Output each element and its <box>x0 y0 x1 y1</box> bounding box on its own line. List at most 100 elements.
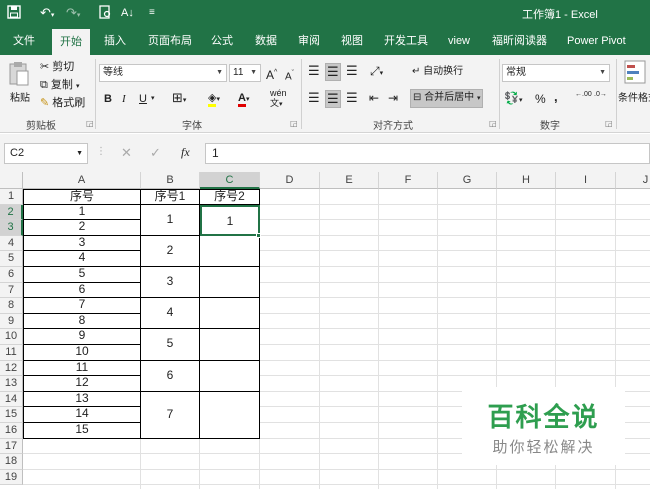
merged-cell-b6[interactable]: 3 <box>141 267 200 299</box>
row-header-18[interactable]: 18 <box>0 454 23 470</box>
merged-cell-b14[interactable]: 7 <box>141 391 200 439</box>
column-header-g[interactable]: G <box>438 172 497 189</box>
font-launcher-icon[interactable]: ◲ <box>290 119 298 128</box>
row-header-4[interactable]: 4 <box>0 235 23 252</box>
name-box[interactable]: C2 ▼ <box>4 143 88 164</box>
borders-icon[interactable]: ⊞▾ <box>172 90 186 109</box>
insert-function-button[interactable]: fx <box>181 145 190 160</box>
header-cell-b[interactable]: 序号1 <box>141 189 200 205</box>
clipboard-launcher-icon[interactable]: ◲ <box>86 119 94 128</box>
header-cell-c[interactable]: 序号2 <box>200 189 260 205</box>
fill-color-icon[interactable]: ◈▾ <box>208 90 220 108</box>
cut-button[interactable]: ✂ 剪切 <box>40 59 74 75</box>
tab-home[interactable]: 开始 <box>52 29 90 55</box>
sort-icon[interactable]: A↓ <box>121 5 134 21</box>
merged-cell-b4[interactable]: 2 <box>141 235 200 267</box>
align-right-icon[interactable]: ☰ <box>346 90 358 106</box>
merged-cell-b8[interactable]: 4 <box>141 298 200 330</box>
align-top-icon[interactable]: ☰ <box>308 63 320 79</box>
font-color-icon[interactable]: A▾ <box>238 90 249 108</box>
row-header-12[interactable]: 12 <box>0 360 23 377</box>
column-header-c[interactable]: C <box>200 172 260 189</box>
row-header-11[interactable]: 11 <box>0 345 23 361</box>
row-header-14[interactable]: 14 <box>0 391 23 408</box>
column-header-e[interactable]: E <box>320 172 379 189</box>
cell-a10[interactable]: 9 <box>23 329 141 345</box>
merged-cell-b12[interactable]: 6 <box>141 360 200 392</box>
number-launcher-icon[interactable]: ◲ <box>605 119 613 128</box>
tab-review[interactable]: 审阅 <box>298 27 320 55</box>
conditional-formatting-button[interactable]: 条件格式 <box>618 89 650 104</box>
row-header-16[interactable]: 16 <box>0 423 23 439</box>
grow-font-button[interactable]: A^ <box>266 65 277 83</box>
decrease-decimal-button[interactable]: .0→ <box>594 91 607 99</box>
row-header-7[interactable]: 7 <box>0 282 23 299</box>
fill-handle[interactable] <box>256 232 261 238</box>
phonetic-guide-icon[interactable]: wén 文▾ <box>270 88 287 110</box>
row-header-8[interactable]: 8 <box>0 298 23 314</box>
alignment-launcher-icon[interactable]: ◲ <box>489 119 497 128</box>
orientation-icon[interactable]: ⤢▾ <box>370 63 383 82</box>
align-center-icon[interactable]: ☰ <box>325 90 341 108</box>
cell-a15[interactable]: 14 <box>23 407 141 423</box>
row-header-19[interactable]: 19 <box>0 469 23 486</box>
merged-cell-c6[interactable] <box>200 267 260 299</box>
customize-icon[interactable]: ≡ <box>149 5 155 21</box>
cell-a4[interactable]: 3 <box>23 235 141 252</box>
italic-button[interactable]: I <box>122 91 126 107</box>
formula-input[interactable]: 1 <box>205 143 650 164</box>
shrink-font-button[interactable]: Aˇ <box>285 66 294 85</box>
column-header-j[interactable]: J <box>616 172 650 189</box>
wrap-text-button[interactable]: ↵ 自动换行 <box>412 64 463 80</box>
merged-cell-b10[interactable]: 5 <box>141 329 200 361</box>
tab-data[interactable]: 数据 <box>255 27 277 55</box>
cell-a3[interactable]: 2 <box>23 220 141 236</box>
cell-a8[interactable]: 7 <box>23 298 141 314</box>
cell-a14[interactable]: 13 <box>23 391 141 408</box>
row-header-3[interactable]: 3 <box>0 220 23 236</box>
comma-style-button[interactable]: , <box>554 89 558 105</box>
row-header-17[interactable]: 17 <box>0 438 23 455</box>
paste-button[interactable]: 粘贴 <box>10 89 30 104</box>
header-cell-a[interactable]: 序号 <box>23 189 141 205</box>
undo-icon[interactable]: ↶▾ <box>40 5 54 24</box>
font-size-select[interactable]: 11 ▼ <box>229 64 261 82</box>
row-header-6[interactable]: 6 <box>0 267 23 283</box>
cell-a12[interactable]: 11 <box>23 360 141 377</box>
tab-view[interactable]: 视图 <box>341 27 363 55</box>
tab-view-addin[interactable]: view <box>448 27 470 55</box>
copy-button[interactable]: ⧉ 复制 ▾ <box>40 77 80 95</box>
underline-button[interactable]: U <box>139 91 147 107</box>
tab-insert[interactable]: 插入 <box>104 27 126 55</box>
tab-developer[interactable]: 开发工具 <box>384 27 428 55</box>
cell-a7[interactable]: 6 <box>23 282 141 299</box>
merged-cell-c14[interactable] <box>200 391 260 439</box>
underline-dropdown-icon[interactable]: ▾ <box>151 91 155 107</box>
row-header-1[interactable]: 1 <box>0 189 23 205</box>
tab-power-pivot[interactable]: Power Pivot <box>567 27 626 55</box>
row-header-15[interactable]: 15 <box>0 407 23 423</box>
column-header-d[interactable]: D <box>260 172 320 189</box>
increase-decimal-button[interactable]: ←.00 <box>575 91 592 99</box>
cell-a2[interactable]: 1 <box>23 204 141 221</box>
merged-cell-c10[interactable] <box>200 329 260 361</box>
tab-file[interactable]: 文件 <box>13 27 35 55</box>
merged-cell-c8[interactable] <box>200 298 260 330</box>
merge-center-button[interactable]: ⊟ 合并后居中 ▾ <box>410 89 484 108</box>
align-bottom-icon[interactable]: ☰ <box>346 63 358 79</box>
select-all-corner[interactable] <box>0 172 23 189</box>
cell-a9[interactable]: 8 <box>23 313 141 330</box>
row-header-5[interactable]: 5 <box>0 251 23 267</box>
cell-a5[interactable]: 4 <box>23 251 141 267</box>
row-header-9[interactable]: 9 <box>0 313 23 330</box>
decrease-indent-icon[interactable]: ⇤ <box>369 90 379 106</box>
column-header-b[interactable]: B <box>141 172 200 189</box>
save-icon[interactable] <box>7 5 21 23</box>
cell-a6[interactable]: 5 <box>23 266 141 283</box>
increase-indent-icon[interactable]: ⇥ <box>388 90 398 106</box>
align-middle-icon[interactable]: ☰ <box>325 63 341 81</box>
cell-a13[interactable]: 12 <box>23 376 141 392</box>
column-header-i[interactable]: I <box>556 172 616 189</box>
align-left-icon[interactable]: ☰ <box>308 90 320 106</box>
cancel-icon[interactable]: ✕ <box>121 145 132 161</box>
